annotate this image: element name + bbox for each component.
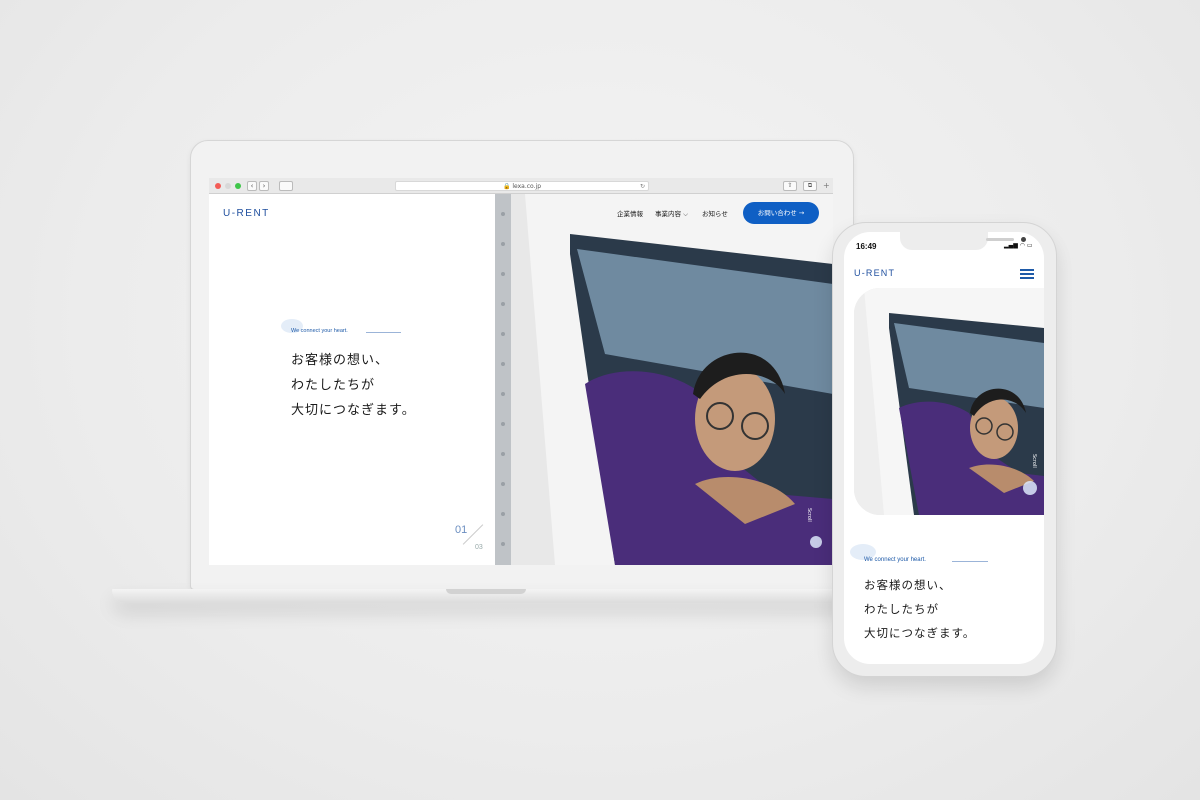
hero-photo [495, 194, 833, 565]
status-icons: ▂▄▆ ◠ ▭ [1004, 242, 1033, 249]
headline-mobile-line-2: わたしたちが [864, 602, 939, 616]
nav-item-business[interactable]: 事業内容 ⌵ [655, 208, 688, 219]
back-button[interactable]: ‹ [247, 180, 257, 191]
forward-button[interactable]: › [259, 180, 269, 191]
tagline-mobile: We connect your heart. [864, 557, 926, 563]
site-logo-mobile[interactable]: U-RENT [854, 268, 895, 278]
hero-photo-mobile [854, 288, 1044, 515]
tagline-underline-mobile [952, 561, 988, 562]
scroll-label: Scroll [806, 508, 812, 522]
contact-button[interactable]: お問い合わせ → [743, 202, 819, 224]
browser-toolbar: ‹ › 🔒 lexa.co.jp ↻ ⇧ ⧉ + [209, 178, 833, 194]
scroll-indicator-mobile[interactable] [1023, 481, 1037, 495]
headline-mobile-line-1: お客様の想い、 [864, 578, 952, 592]
url-text: 🔒 lexa.co.jp [502, 183, 541, 190]
tagline: We connect your heart. [291, 328, 348, 334]
hamburger-menu-icon[interactable] [1020, 269, 1034, 279]
nav-item-news[interactable]: お知らせ [702, 208, 728, 218]
status-time: 16:49 [856, 242, 877, 251]
phone-screen: 16:49 ▂▄▆ ◠ ▭ U-RENT Scroll We connect y… [844, 232, 1044, 664]
headline-mobile-line-3: 大切につなぎます。 [864, 626, 976, 640]
nav-item-company[interactable]: 企業情報 [617, 208, 643, 218]
reload-icon[interactable]: ↻ [640, 182, 645, 191]
slide-current-number: 01 [455, 524, 468, 536]
headline-line-2: わたしたちが [291, 378, 376, 393]
share-button[interactable]: ⇧ [783, 181, 797, 191]
address-bar[interactable]: 🔒 lexa.co.jp ↻ [395, 181, 649, 191]
headline-line-3: 大切につなぎます。 [291, 403, 416, 418]
site-logo[interactable]: U-RENT [223, 208, 270, 219]
zoom-window-icon[interactable] [235, 182, 241, 189]
close-window-icon[interactable] [215, 182, 221, 189]
hero-photo-mobile-illustration [854, 288, 1044, 515]
sidebar-toggle-button[interactable] [279, 180, 293, 191]
laptop-notch [446, 589, 526, 594]
scroll-label-mobile: Scroll [1031, 454, 1037, 468]
hero-photo-illustration [495, 194, 833, 565]
new-tab-button[interactable]: + [823, 181, 830, 191]
tagline-underline [366, 332, 401, 333]
tabs-overview-button[interactable]: ⧉ [803, 181, 817, 191]
scroll-indicator[interactable] [810, 536, 822, 548]
minimize-window-icon[interactable] [225, 182, 231, 189]
slide-total-number: 03 [475, 544, 483, 551]
laptop-screen: ‹ › 🔒 lexa.co.jp ↻ ⇧ ⧉ + U-RENT 企業情報 事業内… [209, 178, 833, 565]
phone-notch [900, 232, 1026, 250]
headline-line-1: お客様の想い、 [291, 353, 390, 368]
speaker-icon [986, 238, 1014, 241]
